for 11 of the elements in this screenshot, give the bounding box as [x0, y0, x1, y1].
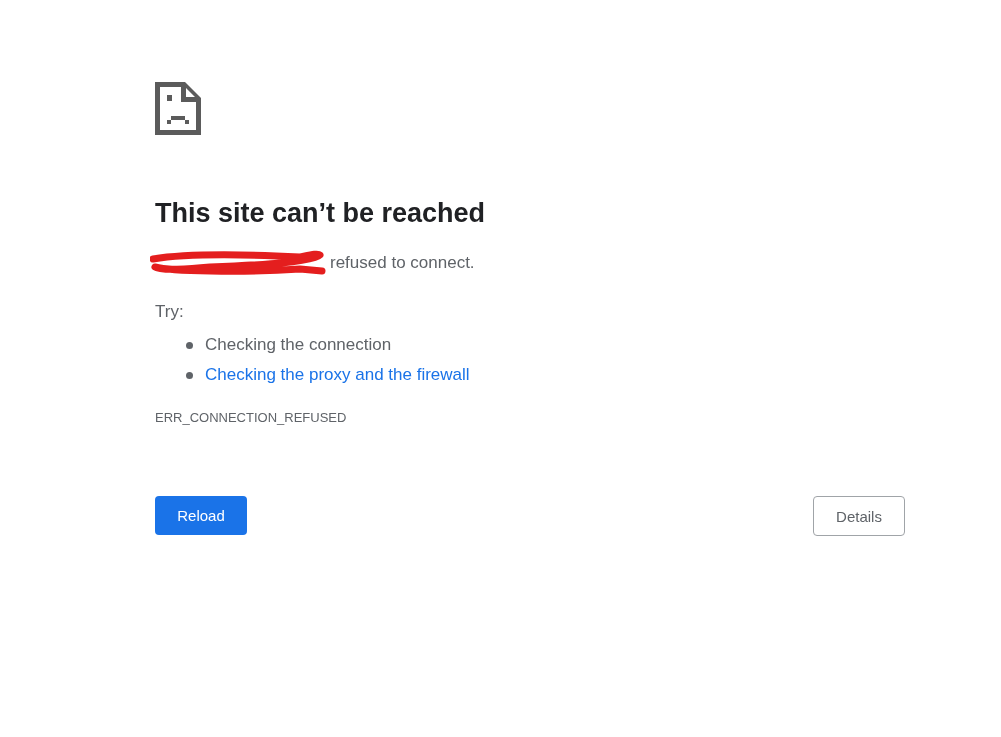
error-message: refused to connect. — [330, 252, 475, 274]
error-heading: This site can’t be reached — [155, 197, 487, 230]
suggestion-link[interactable]: Checking the proxy and the firewall — [205, 365, 470, 385]
error-code: ERR_CONNECTION_REFUSED — [155, 409, 347, 427]
details-button[interactable]: Details — [813, 496, 905, 536]
bullet-icon — [186, 341, 193, 349]
suggestion-text: Checking the connection — [205, 335, 392, 355]
try-label: Try: — [155, 301, 184, 323]
sad-page-icon — [155, 82, 201, 135]
bullet-icon — [186, 371, 193, 379]
reload-button[interactable]: Reload — [155, 496, 247, 535]
